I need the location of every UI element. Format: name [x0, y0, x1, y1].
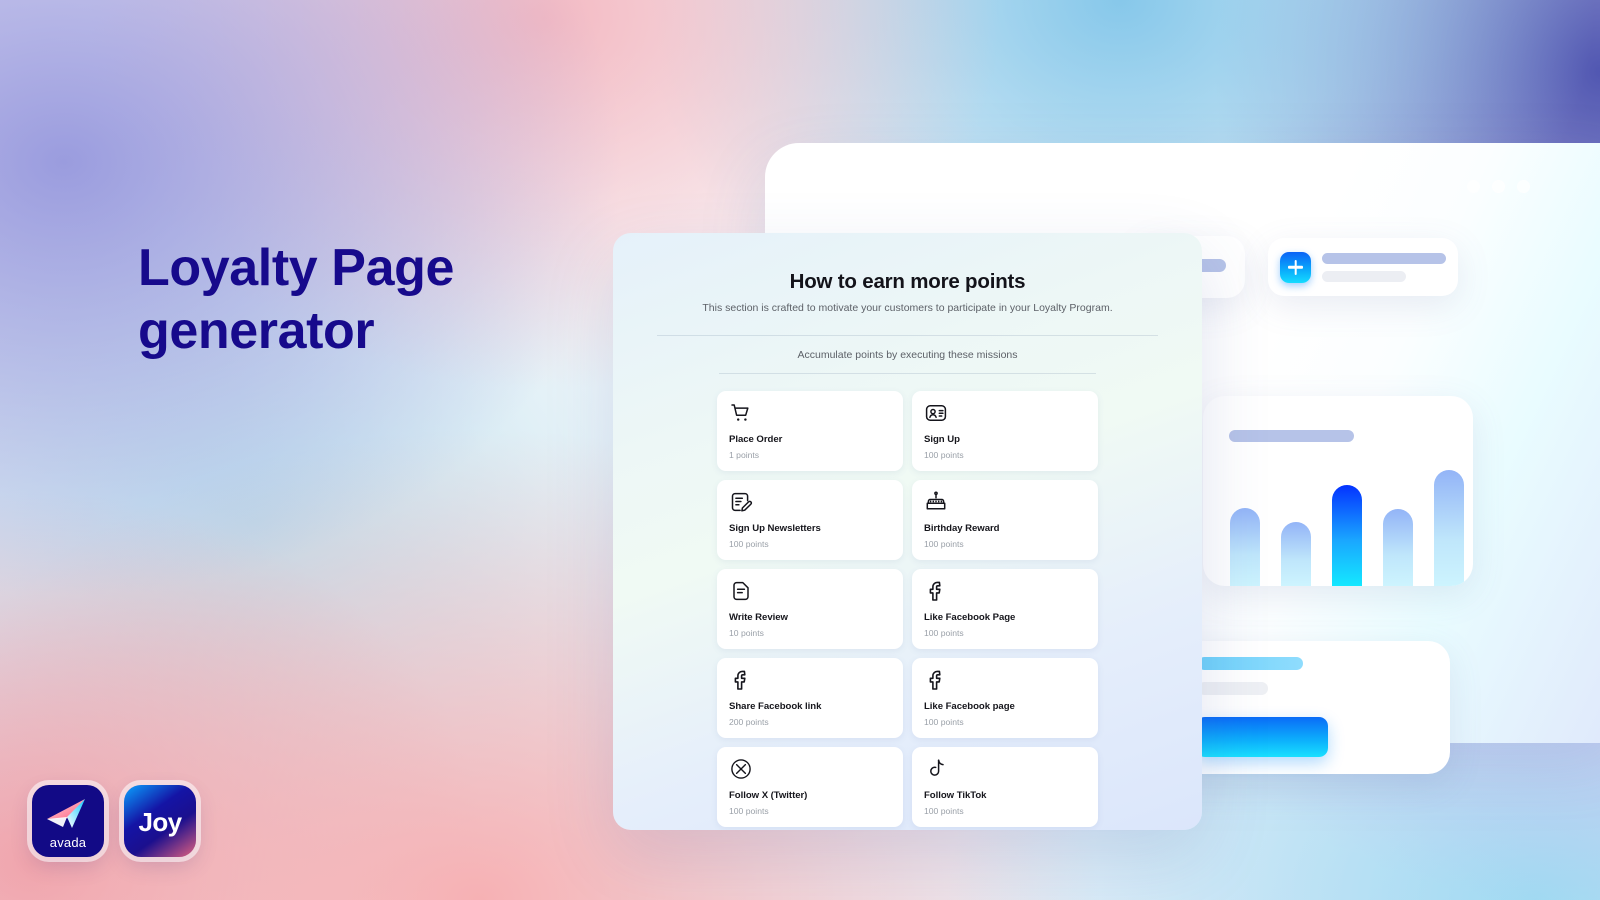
decorative-bar-chart-card [1203, 396, 1473, 586]
mission-card[interactable]: Sign Up Newsletters 100 points [717, 480, 903, 561]
panel-subtitle: This section is crafted to motivate your… [702, 302, 1113, 314]
mission-card[interactable]: Birthday Reward 100 points [912, 480, 1098, 561]
mission-label: Like Facebook page [924, 701, 1015, 713]
mission-label: Follow TikTok [924, 790, 987, 802]
plus-icon [1280, 251, 1311, 283]
facebook-icon [924, 579, 1086, 609]
mission-label: Like Facebook Page [924, 612, 1016, 624]
mission-points: 100 points [924, 450, 964, 461]
page-title-line-1: Loyalty Page [138, 239, 454, 297]
newsletter-pencil-icon [729, 490, 891, 520]
panel-header: How to earn more points This section is … [613, 233, 1202, 316]
window-dot [1492, 180, 1505, 193]
mission-card[interactable]: Like Facebook Page 100 points [912, 569, 1098, 650]
bar-chart-bar [1332, 484, 1362, 586]
decorative-cta-button [1196, 717, 1328, 757]
mission-points: 100 points [924, 806, 964, 817]
facebook-icon [924, 668, 1086, 698]
paper-plane-icon [47, 799, 85, 828]
mission-label: Sign Up [924, 434, 960, 446]
tiktok-icon [924, 757, 1086, 787]
mission-grid: Place Order 1 points Sign Up 100 points Sign… [613, 374, 1202, 830]
window-controls [1467, 180, 1530, 193]
bar-chart-bar [1434, 470, 1464, 586]
bar-chart [1230, 456, 1473, 586]
bar-chart-bar [1230, 508, 1260, 586]
window-dot [1467, 180, 1480, 193]
mission-points: 10 points [729, 628, 764, 639]
page-title-line-2: generator [138, 302, 375, 361]
mission-label: Place Order [729, 434, 783, 446]
joy-logo-label: Joy [138, 806, 182, 837]
mission-card[interactable]: Write Review 10 points [717, 569, 903, 650]
mission-points: 100 points [924, 717, 964, 728]
mission-points: 100 points [729, 806, 769, 817]
panel-note: Accumulate points by executing these mis… [797, 349, 1018, 362]
birthday-cake-icon [924, 490, 1086, 520]
bar-chart-bar [1281, 522, 1311, 586]
avada-logo[interactable]: avada [32, 785, 104, 857]
skeleton-lines [1322, 252, 1446, 282]
mission-points: 1 points [729, 450, 760, 461]
decorative-add-row-card [1268, 238, 1458, 296]
mission-card[interactable]: Follow TikTok 100 points [912, 747, 1098, 828]
joy-logo[interactable]: Joy [124, 785, 196, 857]
mission-card[interactable]: Sign Up 100 points [912, 391, 1098, 472]
mission-points: 100 points [924, 539, 964, 550]
shopping-cart-icon [729, 401, 891, 431]
mission-label: Share Facebook link [729, 701, 822, 713]
skeleton-bar [1322, 270, 1407, 282]
mission-card[interactable]: Share Facebook link 200 points [717, 658, 903, 739]
skeleton-bar [1229, 430, 1354, 442]
id-card-icon [924, 401, 1086, 431]
mission-label: Birthday Reward [924, 523, 1000, 535]
review-document-icon [729, 579, 891, 609]
mission-label: Sign Up Newsletters [729, 523, 821, 535]
mission-card[interactable]: Follow X (Twitter) 100 points [717, 747, 903, 828]
skeleton-bar [1198, 682, 1268, 695]
mission-points: 100 points [924, 628, 964, 639]
x-twitter-icon [729, 757, 891, 787]
page-title: Loyalty Page generator [138, 237, 608, 364]
facebook-icon [729, 668, 891, 698]
loyalty-panel: How to earn more points This section is … [613, 233, 1202, 830]
skeleton-bar [1198, 657, 1303, 670]
brand-logos: avada Joy [32, 785, 196, 857]
mission-points: 200 points [729, 717, 769, 728]
mission-label: Follow X (Twitter) [729, 790, 808, 802]
bar-chart-bar [1383, 509, 1413, 586]
avada-logo-label: avada [49, 835, 87, 850]
window-dot [1517, 180, 1530, 193]
mission-card[interactable]: Like Facebook page 100 points [912, 658, 1098, 739]
mission-card[interactable]: Place Order 1 points [717, 391, 903, 472]
mission-label: Write Review [729, 612, 788, 624]
skeleton-bar [1322, 252, 1446, 264]
mission-points: 100 points [729, 539, 769, 550]
panel-title: How to earn more points [789, 270, 1026, 293]
